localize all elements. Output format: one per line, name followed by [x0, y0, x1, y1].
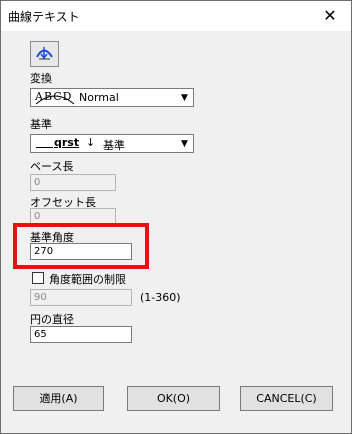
angle-limit-checkbox[interactable]	[32, 272, 44, 284]
kijun-sample: qrst	[54, 136, 80, 149]
title-bar: 曲線テキスト ✕	[1, 1, 351, 31]
henkan-select[interactable]: ABCD Normal ▼	[30, 88, 194, 107]
angle-limit-field[interactable]: 90	[30, 289, 132, 306]
curve-text-icon	[36, 47, 53, 60]
cancel-button[interactable]: CANCEL(C)	[240, 386, 333, 411]
kijun-baseline-icon	[36, 147, 53, 148]
close-button[interactable]: ✕	[319, 5, 341, 27]
base-length-field[interactable]: 0	[30, 174, 116, 191]
ok-button[interactable]: OK(O)	[127, 386, 220, 411]
chevron-down-icon[interactable]: ▼	[178, 91, 191, 104]
down-arrow-icon: ↓	[86, 136, 96, 149]
angle-range-hint: (1-360)	[140, 291, 181, 304]
chevron-down-icon[interactable]: ▼	[178, 137, 191, 150]
apply-button[interactable]: 適用(A)	[13, 386, 104, 411]
kijun-label: 基準	[30, 118, 52, 131]
angle-limit-label: 角度範囲の制限	[49, 273, 126, 286]
henkan-value: Normal	[79, 91, 119, 104]
kijun-value: 基準	[103, 139, 125, 152]
base-length-label: ベース長	[30, 160, 74, 173]
circle-diameter-label: 円の直径	[30, 313, 74, 326]
curve-text-preview-button[interactable]	[30, 41, 59, 67]
henkan-label: 変換	[30, 72, 52, 85]
window-title: 曲線テキスト	[8, 10, 80, 24]
henkan-sample: ABCD	[35, 90, 73, 103]
dialog-window: 曲線テキスト ✕ 変換 ABCD Normal ▼ 基準 qrst ↓ 基準 ▼…	[0, 0, 352, 434]
base-angle-field[interactable]: 270	[30, 243, 132, 260]
kijun-select[interactable]: qrst ↓ 基準 ▼	[30, 134, 194, 153]
circle-diameter-field[interactable]: 65	[30, 326, 132, 343]
